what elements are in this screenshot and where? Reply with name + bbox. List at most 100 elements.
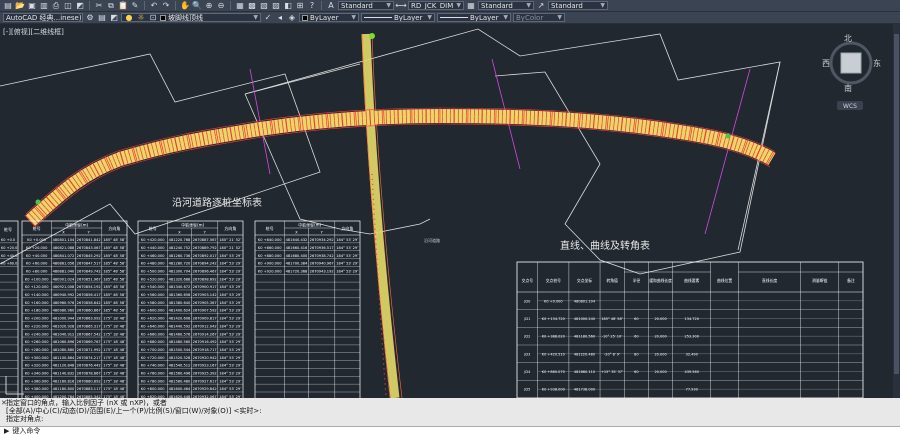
curve-table-cell: -10° 25′ 10″ — [602, 335, 623, 339]
partial-table-cell: K0 +60.0 — [1, 262, 17, 266]
save-icon[interactable]: ▣ — [27, 1, 37, 10]
pan-icon[interactable]: ✋ — [180, 1, 190, 10]
text-style-select[interactable]: Standard ▼ — [338, 1, 394, 10]
multileader-style-select[interactable]: Standard ▼ — [548, 1, 608, 10]
chevron-down-icon: ▼ — [456, 2, 461, 9]
viewcube-east[interactable]: 东 — [873, 58, 881, 68]
viewport-controls-label[interactable]: [-][俯视][二维线框] — [3, 27, 64, 37]
help-icon[interactable]: ? — [307, 1, 317, 10]
plot-icon[interactable]: ⎙ — [51, 1, 61, 10]
zoom-window-icon[interactable]: ⊕ — [204, 1, 214, 10]
gear-icon[interactable]: ⚙ — [85, 13, 95, 22]
lightbulb-icon: ● — [125, 13, 133, 22]
table-style-icon[interactable]: ▦ — [466, 1, 476, 10]
dim-style-select[interactable]: RD_JCK_DIM ▼ — [408, 1, 464, 10]
linetype-select[interactable]: ByLayer ▼ — [361, 13, 435, 22]
design-center-icon[interactable]: ▩ — [247, 1, 257, 10]
viewcube-south[interactable]: 南 — [844, 83, 852, 93]
multileader-style-icon[interactable]: ↗ — [536, 1, 546, 10]
tool-palette-icon[interactable]: ▧ — [259, 1, 269, 10]
table-cell: 2670869.767 — [77, 340, 101, 344]
table-cell: 184° 53′ 29″ — [219, 340, 242, 344]
table-cell: 480980.960 — [53, 309, 75, 313]
table-cell: 481000.944 — [53, 317, 75, 321]
curve-table-cell: 185° 48′ 58″ — [601, 317, 623, 321]
dim-style-icon[interactable]: ⟷ — [395, 1, 406, 10]
cut-icon[interactable]: ✂ — [94, 1, 104, 10]
close-icon[interactable]: ✕ — [1, 399, 7, 407]
drawing-canvas[interactable]: 沿河道路逐桩坐标表 直线、曲线及转角表 沿河道路 桩号 K0 +0.0 K0 +20… — [0, 24, 893, 398]
table-cell: 2670929.842 — [193, 387, 217, 391]
multileader-style-value: Standard — [551, 1, 583, 10]
separator — [230, 1, 231, 10]
table-cell: 2670860.867 — [77, 309, 101, 313]
layer-previous-icon[interactable]: ◂ — [275, 13, 285, 22]
text-style-icon[interactable]: A — [326, 1, 336, 10]
match-prop-icon[interactable]: ✎ — [130, 1, 140, 10]
viewcube-west[interactable]: 西 — [822, 59, 830, 68]
table-cell: 175° 18′ 48″ — [103, 356, 126, 360]
table-subheader-cell: X — [295, 231, 298, 235]
workspace-select[interactable]: AutoCAD 经典...inese) 草图▼ — [3, 13, 83, 22]
table-header-cell: 桩号 — [149, 225, 157, 231]
table-cell: 2670898.692 — [193, 277, 217, 281]
table-cell: 480861.056 — [53, 262, 75, 266]
layer-state-icon[interactable]: ◩ — [109, 13, 119, 22]
saveas-icon[interactable]: ▥ — [39, 1, 49, 10]
table-cell: 2670880.892 — [77, 379, 101, 383]
table-cell: 2670925.392 — [193, 372, 217, 376]
table-header-cell: 方向角 — [341, 225, 353, 231]
drawing-svg[interactable]: 沿河道路逐桩坐标表 直线、曲线及转角表 沿河道路 桩号 K0 +0.0 K0 +20… — [0, 24, 893, 398]
properties-icon[interactable]: ▦ — [235, 1, 245, 10]
curve-table-header-cell: 交点坐标 — [577, 278, 592, 283]
scrollbar-thumb[interactable] — [894, 34, 899, 374]
sheet-set-icon[interactable]: ▨ — [271, 1, 281, 10]
command-input-text[interactable]: 键入命令 — [12, 427, 40, 435]
layer-select[interactable]: ● ☼ ⊡ 坡脚线顶线 ▼ — [121, 13, 261, 22]
plotstyle-select[interactable]: ByColor ▼ — [513, 13, 565, 22]
table-cell: 184° 53′ 29″ — [219, 309, 242, 313]
separator — [175, 1, 176, 10]
zoom-realtime-icon[interactable]: 🔍 — [192, 1, 202, 10]
viewcube-face[interactable] — [840, 52, 862, 74]
redo-icon[interactable]: ↷ — [161, 1, 171, 10]
markup-icon[interactable]: ◧ — [283, 1, 293, 10]
table-cell: 481540.512 — [169, 364, 191, 368]
color-select[interactable]: ByLayer ▼ — [299, 13, 359, 22]
layer-properties-icon[interactable]: ▤ — [97, 13, 107, 22]
table-cell: 2670851.967 — [77, 277, 101, 281]
lineweight-select[interactable]: ByLayer ▼ — [437, 13, 511, 22]
make-current-icon[interactable]: ✓ — [263, 13, 273, 22]
table-style-select[interactable]: Standard ▼ — [478, 1, 534, 10]
table-style-value: Standard — [481, 1, 513, 10]
zoom-previous-icon[interactable]: ⊖ — [216, 1, 226, 10]
table-cell: 2670896.467 — [193, 269, 217, 273]
table-cell: 2670878.667 — [77, 372, 101, 376]
autocad-window: ▤ 📂 ▣ ▥ ⎙ ◫ ◩ ✂ ⧉ 📋 ✎ ↶ ↷ ✋ 🔍 ⊕ ⊖ ▦ ▩ ▧ … — [0, 0, 900, 435]
wcs-label[interactable]: WCS — [843, 103, 857, 110]
curve-table-header-cell: 交点号 — [522, 278, 534, 283]
table-cell: K0 +920.000 — [258, 269, 282, 273]
vertical-scrollbar[interactable] — [893, 24, 900, 398]
publish-icon[interactable]: ◩ — [75, 1, 85, 10]
preview-icon[interactable]: ◫ — [63, 1, 73, 10]
layer-match-icon[interactable]: ◈ — [287, 13, 297, 22]
paste-icon[interactable]: 📋 — [118, 1, 128, 10]
new-file-icon[interactable]: ▤ — [3, 1, 13, 10]
table-cell: 175° 18′ 48″ — [103, 372, 126, 376]
dim-style-value: RD_JCK_DIM — [411, 1, 454, 10]
calc-icon[interactable]: ⊞ — [295, 1, 305, 10]
table-cell: K0 +300.000 — [25, 356, 49, 360]
table-cell: 184° 53′ 29″ — [219, 277, 242, 281]
curve-table-cell: 481660.110 — [574, 370, 595, 374]
linetype-preview — [364, 17, 392, 18]
open-file-icon[interactable]: 📂 — [15, 1, 25, 10]
table-cell: 185° 48′ 58″ — [103, 277, 126, 281]
table-cell: 481080.880 — [53, 348, 75, 352]
undo-icon[interactable]: ↶ — [149, 1, 159, 10]
viewcube[interactable]: 北 西 东 南 WCS — [822, 34, 881, 110]
command-input[interactable]: ▶ 键入命令 — [0, 426, 900, 435]
curve-table-cell: 20.000 — [654, 352, 666, 356]
table-cell: 184° 53′ 29″ — [219, 324, 242, 328]
copy-icon[interactable]: ⧉ — [106, 1, 116, 10]
